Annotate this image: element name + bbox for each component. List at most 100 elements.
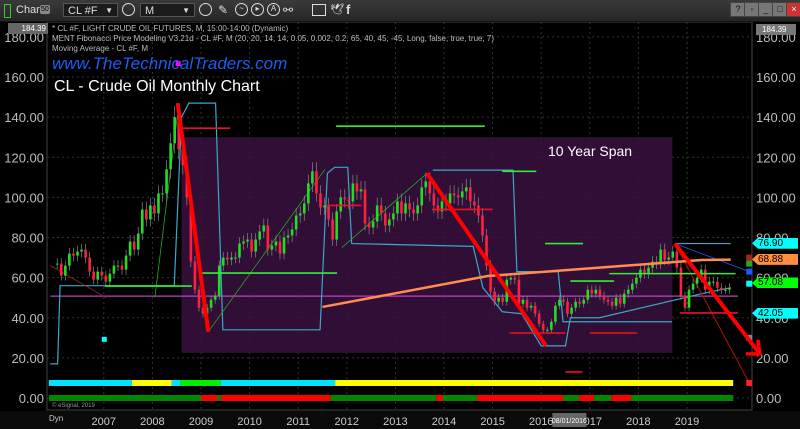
candle-body [136, 233, 140, 250]
y-tick-right: 140.00 [756, 110, 796, 125]
legend-study-line[interactable]: MENT Fibonacci Price Modeling V3.21d - C… [52, 34, 494, 44]
candle-body [606, 299, 610, 302]
signal-band-lower [443, 395, 478, 401]
candle-body [497, 297, 500, 302]
price-label: 57.08 [752, 277, 798, 289]
signal-band-lower [594, 395, 612, 401]
candle-body [712, 281, 715, 283]
link-indicator-icon [4, 4, 11, 18]
top-price-label-left: 184.39 [8, 23, 48, 34]
candle-body [351, 183, 355, 202]
candle-body [667, 257, 671, 260]
alert-icon[interactable]: A [267, 3, 280, 16]
candle-body [566, 301, 569, 314]
candle-body [392, 213, 395, 220]
y-tick-left: 0.00 [19, 391, 44, 406]
candle-body [570, 307, 573, 314]
candle-body [64, 265, 67, 276]
candle-body [59, 263, 63, 276]
candle-body [671, 251, 675, 258]
candle-body [213, 295, 217, 300]
x-tick-label: 2013 [383, 416, 407, 428]
link-chain-icon[interactable] [122, 3, 135, 16]
pencil-icon[interactable]: ✎ [218, 3, 228, 17]
candle-body [400, 201, 403, 214]
y-tick-left: 40.00 [11, 311, 44, 326]
candle-body [448, 193, 452, 204]
link-icon[interactable]: ⚯ [283, 3, 293, 17]
x-tick-label: 2014 [432, 416, 456, 428]
candle-body [436, 205, 440, 212]
candle-body [404, 203, 407, 214]
candle-body [558, 299, 561, 306]
interval-value: M [145, 5, 155, 17]
candle-body [116, 265, 120, 267]
candle-body [254, 239, 257, 252]
facebook-icon[interactable]: f [346, 3, 350, 17]
legend-symbol-line[interactable]: * CL #F, LIGHT CRUDE OIL FUTURES, M, 15:… [52, 24, 494, 34]
signal-band-lower [611, 395, 632, 401]
symbol-select[interactable]: CL #F ▼ [63, 3, 118, 17]
candle-body [76, 251, 79, 256]
price-label: 42.05 [752, 307, 798, 319]
candle-body [80, 249, 83, 252]
refresh-clock-icon[interactable] [199, 3, 212, 16]
candle-body [92, 271, 95, 280]
candle-body [574, 301, 577, 308]
candle-body [501, 297, 505, 302]
candle-body [234, 257, 237, 259]
signal-band-upper [171, 380, 181, 386]
candle-body [493, 291, 496, 302]
close-button[interactable]: × [786, 2, 800, 17]
candle-body [323, 205, 326, 208]
candle-body [635, 277, 638, 284]
candle-body [112, 265, 116, 274]
candle-body [331, 219, 334, 240]
candle-body [246, 239, 249, 242]
candle-body [659, 249, 662, 264]
candle-body [242, 241, 245, 244]
candle-body [250, 239, 253, 252]
candle-body [517, 279, 521, 304]
signal-band-lower [563, 395, 580, 401]
trend-icon[interactable]: ~ [235, 3, 248, 16]
chart-toolbar: Chart 50 CL #F ▼ M ▼ ✎ ~ ▸ A ⚯ 🕊 f ? ▫ _ □… [0, 0, 800, 22]
y-tick-left: 100.00 [4, 190, 44, 205]
signal-band-lower [436, 395, 444, 401]
play-icon[interactable]: ▸ [251, 3, 264, 16]
interval-select[interactable]: M ▼ [140, 3, 195, 17]
candle-body [578, 301, 581, 304]
candle-body [513, 277, 517, 280]
candle-body [347, 199, 351, 202]
y-tick-right: 120.00 [756, 150, 796, 165]
candle-body [173, 117, 176, 144]
candle-body [294, 215, 298, 230]
cursor-date-label: 08/01/2016 [552, 418, 587, 425]
dynamic-scale-toggle[interactable]: Dyn [49, 414, 63, 423]
candle-body [586, 289, 590, 300]
candle-body [554, 305, 557, 322]
x-tick-label: 2011 [286, 416, 310, 428]
candle-body [221, 257, 225, 266]
legend-ma-line[interactable]: Moving Average - CL #F, M [52, 44, 494, 54]
x-tick-label: 2012 [335, 416, 359, 428]
price-label: 76.90 [752, 237, 798, 249]
candle-body [302, 203, 306, 214]
twitter-icon[interactable]: 🕊 [330, 3, 344, 17]
candle-body [100, 271, 104, 276]
candle-body [88, 257, 91, 272]
candle-body [408, 203, 411, 210]
candle-body [371, 221, 375, 228]
signal-band-upper [220, 380, 336, 386]
candle-body [452, 193, 456, 196]
candle-body [169, 143, 172, 170]
signal-band-lower [220, 395, 331, 401]
comment-icon[interactable] [312, 4, 326, 16]
candle-body [529, 305, 533, 308]
candle-body [541, 323, 545, 330]
candle-body [594, 289, 598, 294]
candle-body [108, 273, 112, 282]
candle-body [128, 241, 132, 256]
candle-body [290, 229, 294, 236]
candle-body [545, 329, 549, 331]
